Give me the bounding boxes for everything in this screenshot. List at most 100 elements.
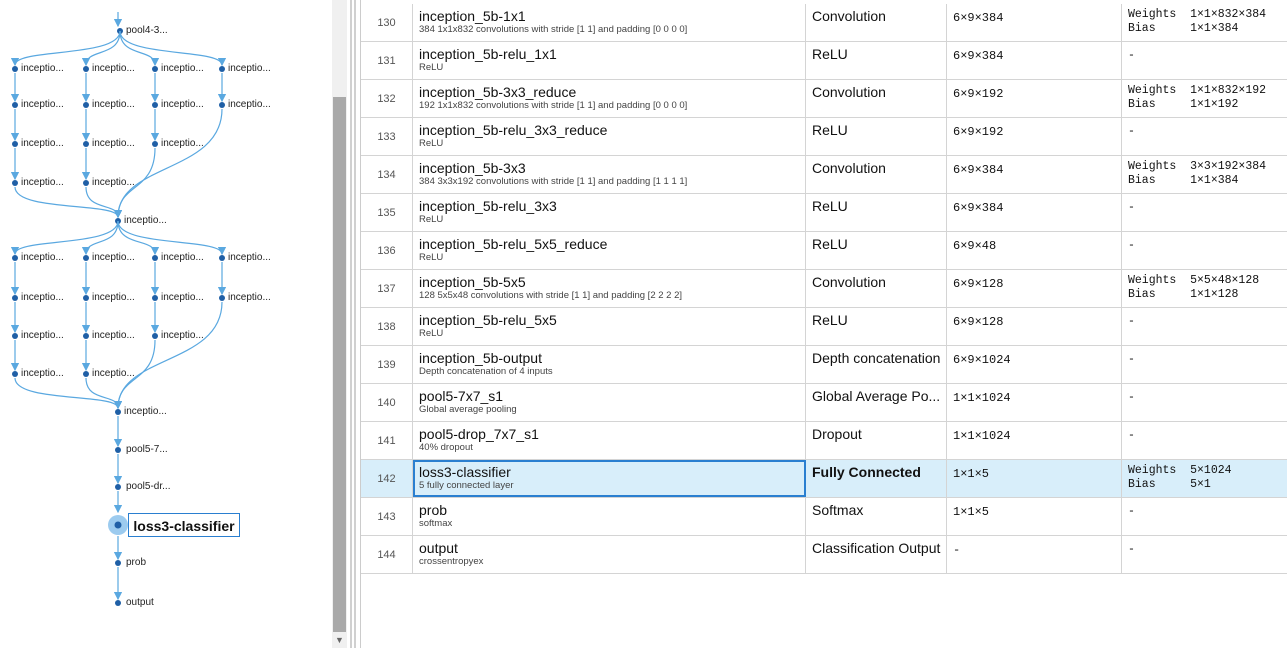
layer-activations: 6×9×1024	[947, 346, 1122, 383]
inception-node[interactable]	[219, 295, 225, 301]
inception-node-label[interactable]: inceptio...	[92, 99, 135, 111]
inception-node[interactable]	[152, 141, 158, 147]
inception-node-label[interactable]: inceptio...	[161, 99, 204, 111]
inception-node[interactable]	[83, 333, 89, 339]
inception-node-label[interactable]: inceptio...	[92, 292, 135, 304]
inception-node[interactable]	[12, 66, 18, 72]
inception-node-label[interactable]: inceptio...	[21, 138, 64, 150]
inception-node[interactable]	[219, 66, 225, 72]
inception-node[interactable]	[152, 295, 158, 301]
inception-node[interactable]	[83, 255, 89, 261]
inception-node[interactable]	[152, 102, 158, 108]
inception-node[interactable]	[12, 141, 18, 147]
pool5-dr-node-label[interactable]: pool5-dr...	[126, 481, 170, 493]
layer-type: Convolution	[806, 80, 947, 117]
inception-node-label[interactable]: inceptio...	[21, 368, 64, 380]
inception-node-label[interactable]: inceptio...	[92, 138, 135, 150]
inception-node[interactable]	[12, 295, 18, 301]
inception-node-label[interactable]: inceptio...	[92, 368, 135, 380]
pool5-7-node-label[interactable]: pool5-7...	[126, 444, 168, 456]
graph-scrollbar-thumb[interactable]	[333, 97, 346, 632]
inception-node-label[interactable]: inceptio...	[21, 177, 64, 189]
table-row[interactable]: 137 inception_5b-5x5 128 5x5x48 convolutio…	[361, 270, 1287, 308]
layer-learnables: Weights 5×5×48×128 Bias 1×1×128	[1122, 270, 1287, 307]
scroll-down-arrow-icon[interactable]: ▼	[334, 634, 345, 646]
inception-node-label[interactable]: inceptio...	[228, 63, 271, 75]
table-row[interactable]: 140 pool5-7x7_s1 Global average pooling Glo…	[361, 384, 1287, 422]
table-row[interactable]: 143 prob softmax Softmax 1×1×5-	[361, 498, 1287, 536]
pool5-7-node[interactable]	[115, 447, 121, 453]
output-node-label[interactable]: output	[126, 597, 154, 609]
loss3-classifier-node[interactable]	[114, 521, 122, 529]
inception-node-label[interactable]: inceptio...	[161, 138, 204, 150]
inception-node[interactable]	[83, 180, 89, 186]
prob-node-label[interactable]: prob	[126, 557, 146, 569]
inception-node[interactable]	[12, 255, 18, 261]
inception-node-label[interactable]: inceptio...	[228, 252, 271, 264]
inception-node[interactable]	[152, 255, 158, 261]
layer-description: 40% dropout	[419, 442, 473, 453]
table-row[interactable]: 139 inception_5b-output Depth concatenatio…	[361, 346, 1287, 384]
learnable-entry: -	[1128, 315, 1135, 328]
inception-node[interactable]	[152, 66, 158, 72]
pool5-dr-node[interactable]	[115, 484, 121, 490]
inception-node-label[interactable]: inceptio...	[228, 99, 271, 111]
layer-activations: -	[947, 536, 1122, 573]
inception-node[interactable]	[12, 371, 18, 377]
inception-node-label[interactable]: inceptio...	[228, 292, 271, 304]
inception-merge-label[interactable]: inceptio...	[124, 215, 167, 227]
table-row[interactable]: 136 inception_5b-relu_5x5_reduce ReLU ReLU 6…	[361, 232, 1287, 270]
table-row[interactable]: 131 inception_5b-relu_1x1 ReLU ReLU 6×9×384-	[361, 42, 1287, 80]
output-node[interactable]	[115, 600, 121, 606]
layer-graph-panel[interactable]: pool4-3... inceptio... inceptio... inceptio…	[0, 0, 330, 648]
inception-node[interactable]	[152, 333, 158, 339]
inception-node[interactable]	[83, 141, 89, 147]
layer-learnables: Weights 1×1×832×384 Bias 1×1×384	[1122, 4, 1287, 41]
table-row[interactable]: 141 pool5-drop_7x7_s1 40% dropout Dropout 1×…	[361, 422, 1287, 460]
panel-divider[interactable]	[350, 0, 352, 648]
pool4-node-label[interactable]: pool4-3...	[126, 25, 168, 37]
table-row[interactable]: 133 inception_5b-relu_3x3_reduce ReLU ReLU 6…	[361, 118, 1287, 156]
inception-node-label[interactable]: inceptio...	[92, 63, 135, 75]
inception-node[interactable]	[83, 371, 89, 377]
inception-node-label[interactable]: inceptio...	[92, 177, 135, 189]
inception-node-label[interactable]: inceptio...	[21, 330, 64, 342]
table-row[interactable]: 135 inception_5b-relu_3x3 ReLU ReLU 6×9×384-	[361, 194, 1287, 232]
table-row[interactable]: 144 output crossentropyex Classification Ou…	[361, 536, 1287, 574]
inception-merge-label[interactable]: inceptio...	[124, 406, 167, 418]
table-row[interactable]: 138 inception_5b-relu_5x5 ReLU ReLU 6×9×128-	[361, 308, 1287, 346]
layer-graph[interactable]	[0, 0, 330, 648]
table-row[interactable]: 134 inception_5b-3x3 384 3x3x192 convoluti…	[361, 156, 1287, 194]
inception-node[interactable]	[83, 295, 89, 301]
inception-node[interactable]	[83, 102, 89, 108]
layer-name-cell: inception_5b-relu_3x3_reduce ReLU	[413, 118, 806, 155]
table-row[interactable]: 142 loss3-classifier 5 fully connected lay…	[361, 460, 1287, 498]
inception-node[interactable]	[12, 333, 18, 339]
inception-node[interactable]	[219, 102, 225, 108]
layer-description: ReLU	[419, 252, 444, 263]
layer-name-cell: inception_5b-1x1 384 1x1x832 convolutions…	[413, 4, 806, 41]
layer-index: 142	[361, 460, 413, 497]
layer-name: pool5-drop_7x7_s1	[419, 426, 539, 442]
prob-node[interactable]	[115, 560, 121, 566]
inception-merge-node[interactable]	[115, 409, 121, 415]
inception-node-label[interactable]: inceptio...	[92, 330, 135, 342]
inception-node-label[interactable]: inceptio...	[21, 99, 64, 111]
inception-node[interactable]	[83, 66, 89, 72]
inception-node[interactable]	[12, 102, 18, 108]
table-row[interactable]: 130 inception_5b-1x1 384 1x1x832 convoluti…	[361, 4, 1287, 42]
inception-node-label[interactable]: inceptio...	[161, 292, 204, 304]
layer-name-cell: prob softmax	[413, 498, 806, 535]
inception-node-label[interactable]: inceptio...	[21, 63, 64, 75]
inception-node[interactable]	[219, 255, 225, 261]
inception-node-label[interactable]: inceptio...	[161, 252, 204, 264]
inception-node-label[interactable]: inceptio...	[161, 63, 204, 75]
inception-node[interactable]	[12, 180, 18, 186]
inception-node-label[interactable]: inceptio...	[92, 252, 135, 264]
inception-node-label[interactable]: inceptio...	[161, 330, 204, 342]
layer-activations: 6×9×384	[947, 194, 1122, 231]
inception-node-label[interactable]: inceptio...	[21, 252, 64, 264]
table-row[interactable]: 132 inception_5b-3x3_reduce 192 1x1x832 co…	[361, 80, 1287, 118]
inception-node-label[interactable]: inceptio...	[21, 292, 64, 304]
selected-layer-label[interactable]: loss3-classifier	[128, 513, 240, 537]
